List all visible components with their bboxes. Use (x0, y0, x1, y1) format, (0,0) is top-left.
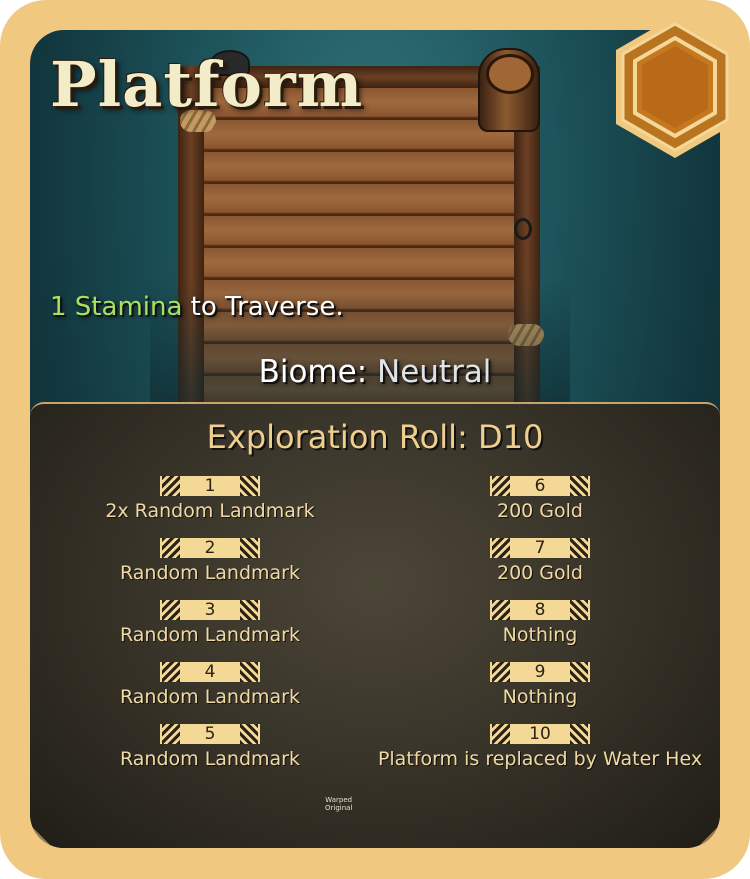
barrel-icon (478, 48, 540, 132)
roll-number: 4 (204, 662, 216, 682)
roll-result: 2x Random Landmark (105, 500, 315, 522)
roll-number: 1 (204, 476, 216, 496)
roll-number: 9 (534, 662, 546, 682)
roll-number: 6 (534, 476, 546, 496)
roll-result: Random Landmark (120, 748, 300, 770)
biome-label: Biome: (258, 354, 377, 390)
logo-line1: Warped (325, 796, 353, 804)
roll-number: 8 (534, 600, 546, 620)
roll-entry: 1 2x Random Landmark (45, 476, 375, 522)
roll-number-badge: 9 (490, 662, 590, 682)
roll-result: 200 Gold (497, 500, 583, 522)
logo-line2: Original (325, 804, 353, 812)
roll-entry: 10 Platform is replaced by Water Hex (375, 724, 705, 770)
roll-result: Nothing (502, 686, 578, 708)
ring-icon (514, 218, 532, 240)
traverse-cost: 1 Stamina to Traverse. (50, 292, 344, 322)
biome-value: Neutral (377, 354, 492, 390)
traverse-suffix: to Traverse. (182, 292, 344, 322)
roll-number-badge: 5 (160, 724, 260, 744)
biome-line: Biome: Neutral (30, 354, 720, 390)
warped-logo-icon: Warped Original (325, 796, 352, 812)
corner-ornament-left (30, 800, 120, 848)
card-title: Platform (50, 48, 364, 121)
roll-result: 200 Gold (497, 562, 583, 584)
roll-result: Random Landmark (120, 562, 300, 584)
roll-number: 10 (529, 724, 551, 744)
roll-number: 7 (534, 538, 546, 558)
roll-number: 3 (204, 600, 216, 620)
roll-number-badge: 2 (160, 538, 260, 558)
roll-result: Random Landmark (120, 686, 300, 708)
roll-number-badge: 8 (490, 600, 590, 620)
roll-entry: 2 Random Landmark (45, 538, 375, 584)
roll-entry: 3 Random Landmark (45, 600, 375, 646)
roll-result: Platform is replaced by Water Hex (377, 748, 703, 770)
roll-entry: 6 200 Gold (375, 476, 705, 522)
roll-number-badge: 6 (490, 476, 590, 496)
roll-entry: 4 Random Landmark (45, 662, 375, 708)
stamina-cost: 1 Stamina (50, 292, 183, 322)
exploration-roll-title: Exploration Roll: D10 (206, 418, 544, 456)
roll-number-badge: 7 (490, 538, 590, 558)
hex-frame-icon (616, 16, 734, 158)
roll-number-badge: 3 (160, 600, 260, 620)
roll-entry: 7 200 Gold (375, 538, 705, 584)
corner-ornament-right (630, 800, 720, 848)
roll-entry: 5 Random Landmark (45, 724, 375, 770)
roll-number-badge: 10 (490, 724, 590, 744)
roll-number-badge: 1 (160, 476, 260, 496)
tile-card: Platform 1 Stamina to Traverse. Biome: N… (0, 0, 750, 879)
roll-result: Nothing (502, 624, 578, 646)
roll-entry: 9 Nothing (375, 662, 705, 708)
roll-number: 2 (204, 538, 216, 558)
roll-number: 5 (204, 724, 216, 744)
roll-entry: 8 Nothing (375, 600, 705, 646)
roll-result: Random Landmark (120, 624, 300, 646)
roll-number-badge: 4 (160, 662, 260, 682)
